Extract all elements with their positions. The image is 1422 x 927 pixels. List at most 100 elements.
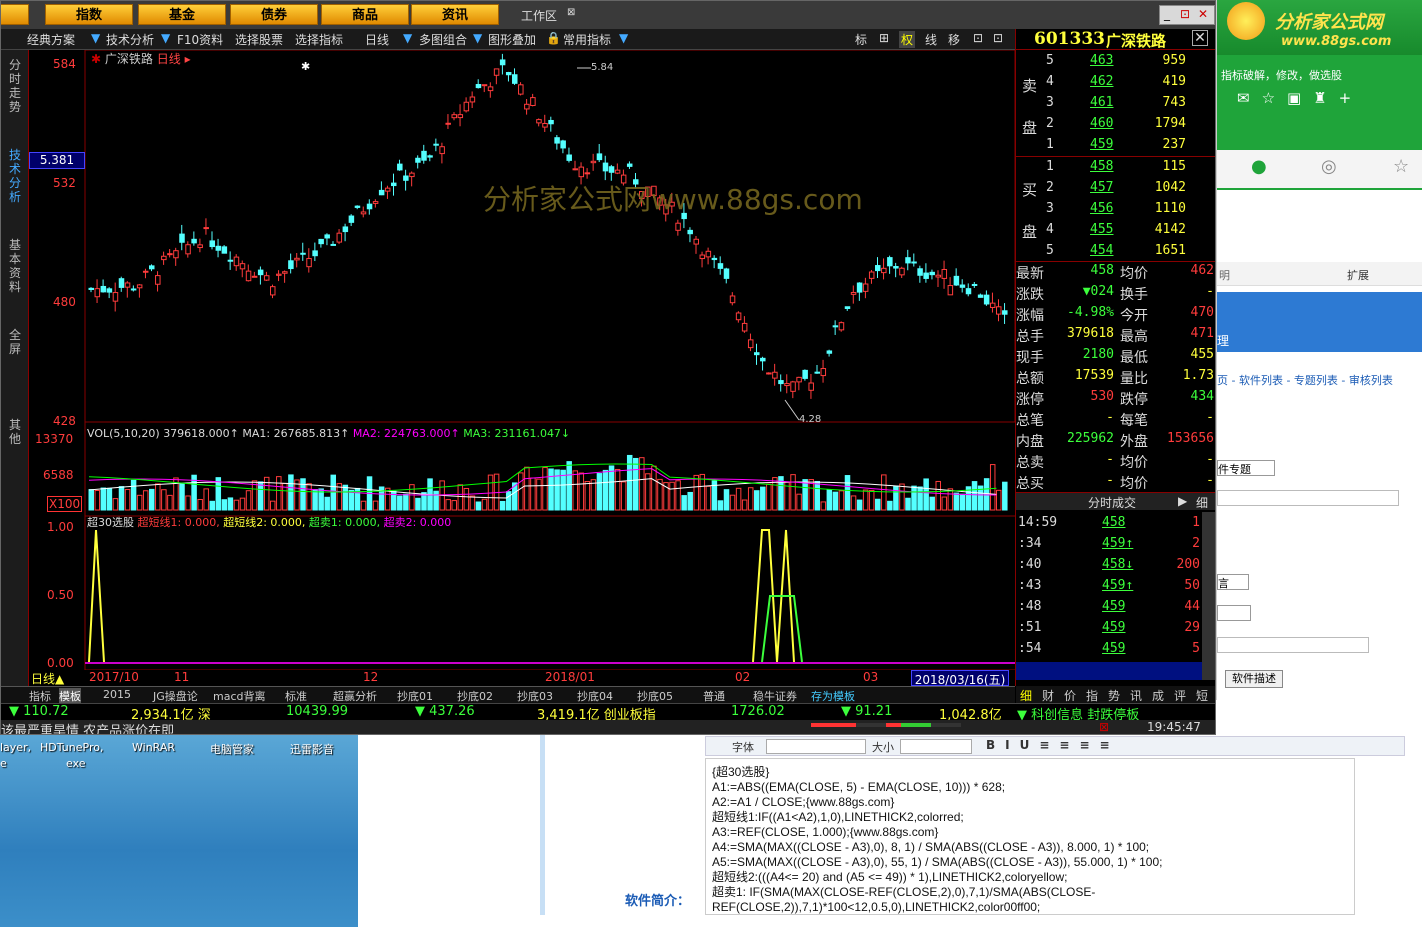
workspace-label[interactable]: 工作区 — [521, 7, 557, 24]
template-tab[interactable]: 2015 — [103, 688, 131, 701]
user-tab-icon[interactable]: ● — [1251, 156, 1267, 177]
menu-button-news[interactable]: 资讯 — [411, 4, 499, 25]
template-tab[interactable]: 普通 — [703, 688, 725, 704]
user-action-icons[interactable]: ✉☆▣♜+ — [1237, 89, 1363, 107]
tb-move[interactable]: 移 — [948, 31, 960, 48]
dropdown-icon[interactable]: ▼ — [619, 31, 628, 45]
web-input[interactable] — [1217, 490, 1399, 506]
template-tab[interactable]: 抄底04 — [577, 688, 613, 704]
ticks-scrollbar[interactable] — [1202, 512, 1215, 680]
layout-icon[interactable]: ⊡ — [973, 31, 983, 45]
vol-value: 379618.000↑ — [163, 427, 239, 440]
workspace-close-icon[interactable]: ⊠ — [567, 7, 575, 18]
dropdown-icon[interactable]: ▼ — [161, 31, 170, 45]
quote-tab[interactable]: 价 — [1064, 687, 1076, 704]
quote-tab[interactable]: 讯 — [1130, 687, 1142, 704]
category-select[interactable]: 件专题 — [1217, 460, 1275, 476]
font-select[interactable] — [766, 739, 866, 754]
tb-mark[interactable]: 标 — [855, 31, 867, 48]
dropdown-icon[interactable]: ▼ — [403, 31, 412, 45]
tb-select-stock[interactable]: 选择股票 — [235, 31, 283, 48]
nav-other[interactable]: 其他 — [9, 418, 23, 446]
menu-button-index[interactable]: 指数 — [45, 4, 133, 25]
stat-value: 1.73 — [1182, 368, 1214, 383]
ticks-detail-button[interactable]: 细 — [1196, 494, 1208, 511]
volume-bar — [808, 479, 814, 511]
nav-intraday[interactable]: 分时走势 — [9, 58, 23, 114]
minimize-icon[interactable]: _ — [1164, 7, 1170, 21]
template-tab[interactable]: 超赢分析 — [333, 688, 377, 704]
dropdown-icon[interactable]: ▼ — [473, 31, 482, 45]
star-tab-icon[interactable]: ☆ — [1393, 156, 1409, 177]
size-select[interactable] — [900, 739, 972, 754]
template-tab[interactable]: 存为模板 — [811, 688, 855, 704]
template-tab[interactable]: 抄底05 — [637, 688, 673, 704]
menu-button-bond[interactable]: 债券 — [230, 4, 318, 25]
tb-classic-scheme[interactable]: 经典方案 — [27, 31, 75, 48]
tb-line[interactable]: 线 — [925, 31, 937, 48]
template-tab[interactable]: 抄底01 — [397, 688, 433, 704]
desktop-icon-label[interactable]: HDTunePro, — [40, 741, 103, 754]
tick-price: 459 — [1102, 620, 1126, 635]
desktop-icon-label[interactable]: layer, — [0, 741, 31, 754]
quote-tab[interactable]: 细 — [1020, 687, 1032, 704]
chart-area[interactable]: ✱ 广深铁路 日线 ▸ 584 532 480 428 5.381 5.84 4… — [29, 50, 1015, 687]
tb-multi-chart[interactable]: 多图组合 — [419, 31, 467, 48]
template-tab[interactable]: 抄底02 — [457, 688, 493, 704]
extend-button[interactable]: 扩展 — [1347, 267, 1369, 283]
tb-f10[interactable]: F10资料 — [177, 31, 223, 48]
template-tab[interactable]: 抄底03 — [517, 688, 553, 704]
menu-button-commodity[interactable]: 商品 — [321, 4, 409, 25]
template-tab[interactable]: JG操盘论 — [153, 688, 198, 704]
candle-body — [251, 275, 258, 278]
nav-fullscreen[interactable]: 全屏 — [9, 328, 23, 356]
web-select-small[interactable] — [1217, 605, 1251, 621]
lock-icon[interactable]: 🔒 — [546, 31, 561, 45]
close-icon[interactable]: ✕ — [1198, 7, 1208, 21]
quote-tab[interactable]: 势 — [1108, 687, 1120, 704]
menu-button[interactable]: 服 — [1, 4, 29, 25]
template-tab[interactable]: macd背离 — [213, 688, 266, 704]
restore-icon[interactable]: ⊡ — [1180, 7, 1190, 21]
candle-body — [318, 238, 324, 245]
volume-bar — [415, 497, 421, 511]
desktop-icon-label[interactable]: WinRAR — [132, 741, 175, 754]
volume-bar — [923, 478, 929, 511]
quote-tab[interactable]: 财 — [1042, 687, 1054, 704]
menu-button-fund[interactable]: 基金 — [138, 4, 226, 25]
template-tab[interactable]: 标准 — [285, 688, 307, 704]
quote-tab[interactable]: 指 — [1086, 687, 1098, 704]
tb-tech-analysis[interactable]: 技术分析 — [106, 31, 154, 48]
web-input-2[interactable] — [1217, 637, 1369, 653]
news-text[interactable]: 该最严重旱情 农产品涨价在即 — [1, 720, 174, 734]
quote-tab[interactable]: 成 — [1152, 687, 1164, 704]
nav-fundamentals[interactable]: 基本资料 — [9, 238, 23, 294]
ticks-play-icon[interactable]: ▶ — [1178, 494, 1187, 508]
quote-tab[interactable]: 短 — [1196, 687, 1208, 704]
tb-overlay[interactable]: 图形叠加 — [488, 31, 536, 48]
tb-rights[interactable]: 权 — [899, 31, 916, 48]
desktop-icon-label[interactable]: 电脑管家 — [210, 741, 254, 757]
dropdown-icon[interactable]: ▼ — [91, 31, 100, 45]
tb-select-indicator[interactable]: 选择指标 — [295, 31, 343, 48]
quote-tab[interactable]: 评 — [1174, 687, 1186, 704]
nav-tech-analysis[interactable]: 技术分析 — [9, 148, 23, 204]
layout-icon[interactable]: ⊡ — [993, 31, 1003, 45]
browser-link[interactable]: 明 — [1219, 267, 1230, 283]
close-icon[interactable]: ✕ — [1192, 30, 1208, 46]
friends-tab-icon[interactable]: ◎ — [1321, 156, 1337, 177]
lang-select[interactable]: 言 — [1217, 574, 1249, 590]
web-nav-links[interactable]: 页 - 软件列表 - 专题列表 - 审核列表 — [1217, 372, 1393, 388]
tb-common-indicator[interactable]: 常用指标 — [563, 31, 611, 48]
template-tab[interactable]: 模板 — [59, 688, 81, 704]
period-label[interactable]: 日线▲ — [31, 670, 64, 687]
candle-body — [209, 240, 215, 248]
desktop-icon-label[interactable]: 迅雷影音 — [290, 741, 334, 757]
formula-code-box[interactable]: {超30选股} A1:=ABS((EMA(CLOSE, 5) - EMA(CLO… — [705, 758, 1355, 915]
template-tab[interactable]: 稳牛证券 — [753, 688, 797, 704]
software-desc-button[interactable]: 软件描述 — [1225, 670, 1283, 688]
format-buttons[interactable]: BIU≡≡≡≡ — [986, 738, 1120, 752]
template-tab[interactable]: 指标 — [29, 688, 51, 704]
tb-daily[interactable]: 日线 — [365, 31, 389, 48]
grid-icon[interactable]: ⊞ — [879, 31, 889, 45]
